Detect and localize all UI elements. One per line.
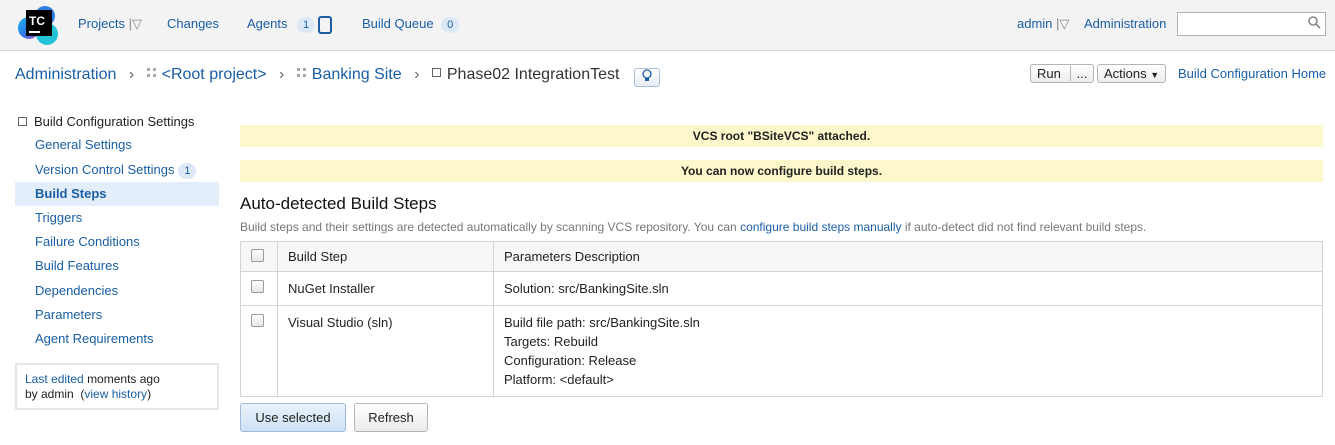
select-all-checkbox[interactable] — [251, 248, 264, 262]
parameter-line: Targets: Rebuild — [504, 334, 598, 349]
build-configuration-icon — [431, 68, 441, 77]
refresh-button[interactable]: Refresh — [354, 403, 428, 432]
actions-button[interactable]: Actions ▼ — [1097, 64, 1167, 83]
sidebar-item-build-steps[interactable]: Build Steps — [15, 182, 219, 206]
sidebar-item-parameters[interactable]: Parameters — [15, 303, 219, 327]
search-input[interactable] — [1177, 12, 1326, 36]
column-header-build-step: Build Step — [277, 241, 494, 272]
parameter-line: Solution: src/BankingSite.sln — [504, 281, 669, 296]
parameter-line: Platform: <default> — [504, 372, 614, 387]
projects-dropdown-icon[interactable]: |▽ — [129, 16, 142, 31]
breadcrumb-banking-site[interactable]: Banking Site — [312, 66, 402, 83]
agents-label[interactable]: Agents — [247, 16, 287, 31]
row-checkbox-cell — [240, 305, 278, 397]
page-title: Auto-detected Build Steps — [240, 194, 437, 213]
agent-status-icon[interactable] — [318, 16, 332, 34]
breadcrumb-root-project[interactable]: <Root project> — [162, 66, 267, 83]
administration-link[interactable]: Administration — [1084, 16, 1166, 31]
column-header-parameters: Parameters Description — [493, 241, 1323, 272]
sidebar-item-agent-requirements[interactable]: Agent Requirements — [15, 327, 219, 351]
description-text-end: if auto-detect did not find relevant bui… — [901, 220, 1147, 234]
table-header-row: Build Step Parameters Description — [240, 241, 1323, 272]
build-steps-table: Build Step Parameters Description NuGet … — [240, 241, 1323, 397]
user-menu[interactable]: admin |▽ — [1017, 16, 1069, 32]
user-dropdown-icon[interactable]: |▽ — [1056, 16, 1069, 31]
last-edited-box: Last edited moments ago by admin (view h… — [15, 363, 219, 410]
sidebar-title-label: Build Configuration Settings — [34, 114, 195, 129]
changes-link[interactable]: Changes — [167, 16, 219, 31]
build-queue-label[interactable]: Build Queue — [362, 16, 434, 31]
breadcrumb: Administration › <Root project> › Bankin… — [15, 66, 660, 87]
build-configuration-icon — [18, 117, 27, 126]
sidebar-item-failure-conditions[interactable]: Failure Conditions — [15, 230, 219, 254]
build-configuration-home-link[interactable]: Build Configuration Home — [1178, 66, 1326, 81]
edited-by: by admin — [25, 387, 74, 401]
breadcrumb-current: Phase02 IntegrationTest — [446, 66, 620, 83]
configure-steps-notice: You can now configure build steps. — [240, 160, 1323, 182]
run-custom-button[interactable]: ... — [1070, 66, 1088, 81]
vcs-count-badge: 1 — [178, 163, 197, 179]
view-history-link[interactable]: view history — [84, 387, 147, 401]
project-icon — [146, 68, 156, 77]
breadcrumb-separator-icon: › — [414, 66, 420, 83]
select-all-cell — [240, 241, 278, 272]
row-checkbox[interactable] — [251, 280, 264, 293]
parameters-cell: Solution: src/BankingSite.sln — [493, 271, 1323, 306]
table-row: Visual Studio (sln) Build file path: src… — [240, 305, 1323, 397]
last-edited-link[interactable]: Last edited — [25, 372, 84, 386]
table-row: NuGet Installer Solution: src/BankingSit… — [240, 271, 1323, 306]
parameter-line: Build file path: src/BankingSite.sln — [504, 315, 700, 330]
user-link[interactable]: admin — [1017, 16, 1052, 31]
sidebar-item-triggers[interactable]: Triggers — [15, 206, 219, 230]
row-checkbox[interactable] — [251, 314, 264, 327]
sidebar-item-general-settings[interactable]: General Settings — [15, 133, 219, 157]
agents-count-badge: 1 — [297, 17, 316, 33]
search-icon[interactable] — [1308, 16, 1321, 32]
vcs-attached-notice: VCS root "BSiteVCS" attached. — [240, 125, 1323, 147]
breadcrumb-separator-icon: › — [279, 66, 285, 83]
sidebar-item-build-features[interactable]: Build Features — [15, 254, 219, 278]
sidebar-item-label[interactable]: Version Control Settings — [35, 162, 174, 177]
teamcity-logo[interactable]: TC — [17, 4, 60, 47]
build-queue-count-badge: 0 — [441, 17, 460, 33]
actions-label[interactable]: Actions — [1104, 66, 1147, 81]
sidebar-item-dependencies[interactable]: Dependencies — [15, 279, 219, 303]
projects-menu[interactable]: Projects |▽ — [78, 16, 142, 32]
row-checkbox-cell — [240, 271, 278, 306]
projects-link[interactable]: Projects — [78, 16, 125, 31]
agents-link[interactable]: Agents 1 — [247, 16, 316, 33]
run-label[interactable]: Run — [1037, 66, 1061, 81]
sidebar-item-version-control-settings[interactable]: Version Control Settings 1 — [15, 158, 219, 182]
use-selected-button[interactable]: Use selected — [240, 403, 346, 432]
sidebar-title: Build Configuration Settings — [18, 114, 194, 129]
page-description: Build steps and their settings are detec… — [240, 220, 1146, 234]
top-header: TC Projects |▽ Changes Agents 1 Build Qu… — [0, 0, 1335, 51]
svg-text:TC: TC — [29, 14, 45, 28]
last-edited-time: moments ago — [87, 372, 160, 386]
lightbulb-icon[interactable] — [633, 68, 660, 87]
build-step-name: Visual Studio (sln) — [277, 305, 494, 397]
build-step-name: NuGet Installer — [277, 271, 494, 306]
breadcrumb-separator-icon: › — [128, 66, 135, 83]
parameters-cell: Build file path: src/BankingSite.sln Tar… — [493, 305, 1323, 397]
project-icon — [296, 68, 306, 77]
build-queue-link[interactable]: Build Queue 0 — [362, 16, 460, 33]
parameter-line: Configuration: Release — [504, 353, 637, 368]
chevron-down-icon: ▼ — [1150, 70, 1160, 80]
run-button[interactable]: Run ... — [1030, 64, 1095, 83]
breadcrumb-administration[interactable]: Administration — [15, 66, 116, 83]
configure-manually-link[interactable]: configure build steps manually — [740, 220, 901, 234]
description-text: Build steps and their settings are detec… — [240, 220, 741, 234]
